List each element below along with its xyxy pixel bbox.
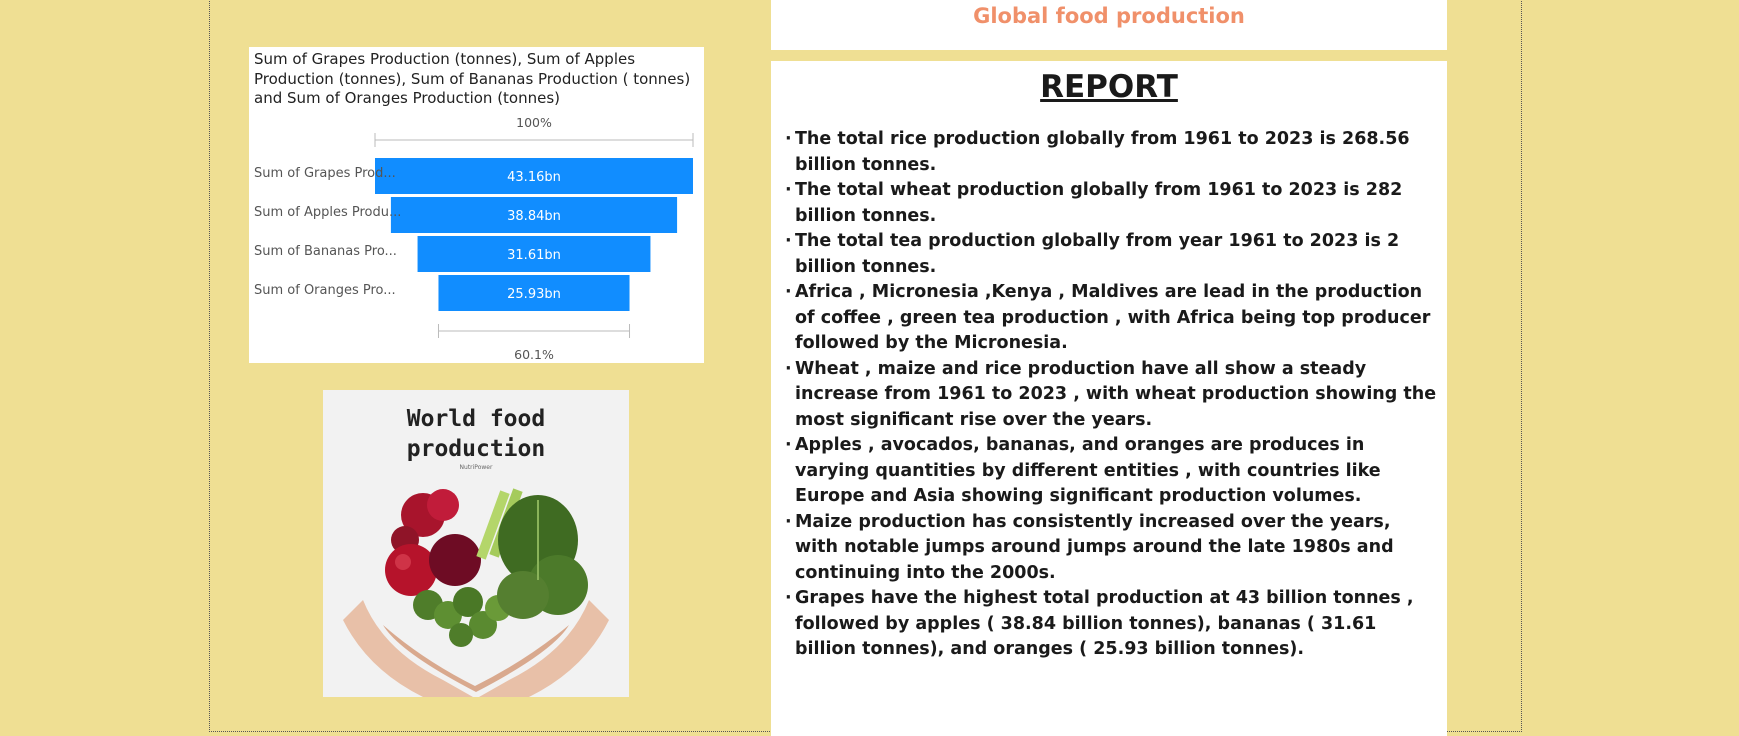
bullet-marker: · <box>785 511 792 532</box>
bar-value-label: 25.93bn <box>507 287 561 302</box>
bullet-marker: · <box>785 180 792 200</box>
bar-value-label: 38.84bn <box>507 209 561 224</box>
report-item: · The total wheat production globally fro… <box>785 178 1437 229</box>
report-item-text: The total rice production globally from … <box>795 129 1410 175</box>
bullet-marker: · <box>785 435 792 455</box>
funnel-chart[interactable]: 100%43.16bnSum of Grapes Prod...38.84bnS… <box>249 47 704 363</box>
bullet-marker: · <box>785 231 792 251</box>
page-title: Global food production <box>973 4 1245 28</box>
report-item-text: The total tea production globally from y… <box>795 231 1400 277</box>
report-item: · The total rice production globally from… <box>785 127 1437 178</box>
bullet-marker: · <box>785 358 792 379</box>
category-label: Sum of Grapes Prod... <box>254 166 396 181</box>
poster-title: World food production <box>323 404 629 464</box>
category-label: Sum of Oranges Pro... <box>254 283 396 298</box>
category-label: Sum of Apples Produ... <box>254 205 401 220</box>
report-item-text: The total wheat production globally from… <box>795 180 1403 226</box>
header-divider <box>771 50 1417 56</box>
report-item: · Grapes have the highest total productio… <box>785 586 1437 663</box>
top-percent-label: 100% <box>516 115 552 130</box>
report-list: · The total rice production globally from… <box>785 127 1437 663</box>
funnel-chart-card[interactable]: Sum of Grapes Production (tonnes), Sum o… <box>249 47 704 363</box>
poster-title-line2: production <box>406 436 546 462</box>
report-item: · Apples , avocados, bananas, and oranges… <box>785 433 1437 510</box>
bullet-marker: · <box>785 588 792 608</box>
category-label: Sum of Bananas Pro... <box>254 244 397 259</box>
report-item-text: Africa , Micronesia ,Kenya , Maldives ar… <box>795 282 1431 353</box>
report-item-text: Grapes have the highest total production… <box>795 588 1414 659</box>
report-item: · The total tea production globally from … <box>785 229 1437 280</box>
bottom-percent-label: 60.1% <box>514 347 554 362</box>
report-item-text: Apples , avocados, bananas, and oranges … <box>795 435 1381 506</box>
report-item: · Africa , Micronesia ,Kenya , Maldives a… <box>785 280 1437 357</box>
poster-title-line1: World food <box>406 406 546 432</box>
poster-brand: NutriPower <box>459 464 493 471</box>
report-panel: REPORT · The total rice production global… <box>771 61 1447 736</box>
report-item-text: Maize production has consistently increa… <box>795 511 1394 583</box>
bullet-marker: · <box>785 282 792 302</box>
report-title: REPORT <box>1040 69 1178 105</box>
bullet-marker: · <box>785 129 792 149</box>
report-item: · Maize production has consistently incre… <box>785 510 1437 587</box>
world-food-production-image: World food production NutriPower <box>323 390 629 697</box>
report-item-text: Wheat , maize and rice production have a… <box>795 358 1437 430</box>
bar-value-label: 31.61bn <box>507 248 561 263</box>
report-item: · Wheat , maize and rice production have … <box>785 357 1437 434</box>
bar-value-label: 43.16bn <box>507 170 561 185</box>
header-banner: Global food production <box>771 0 1447 50</box>
